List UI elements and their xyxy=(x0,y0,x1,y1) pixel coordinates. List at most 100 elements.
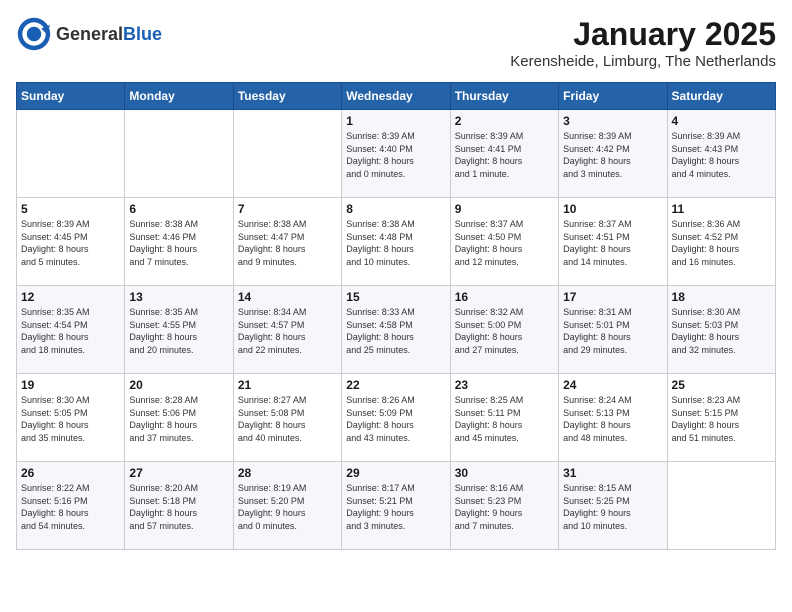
day-number: 23 xyxy=(455,378,554,392)
weekday-header-tuesday: Tuesday xyxy=(233,83,341,110)
calendar-day-22: 22 Sunrise: 8:26 AM Sunset: 5:09 PM Dayli… xyxy=(342,374,450,462)
calendar-day-17: 17Sunrise: 8:31 AM Sunset: 5:01 PM Dayli… xyxy=(559,286,667,374)
calendar-day-11: 11 Sunrise: 8:36 AM Sunset: 4:52 PM Dayli… xyxy=(667,198,775,286)
day-number: 18 xyxy=(672,290,771,304)
day-info: Sunrise: 8:22 AM Sunset: 5:16 PM Dayligh… xyxy=(21,482,120,532)
day-info: Sunrise: 8:32 AM Sunset: 5:00 PM Dayligh… xyxy=(455,306,554,356)
calendar-day-31: 31 Sunrise: 8:15 AM Sunset: 5:25 PM Dayli… xyxy=(559,462,667,550)
weekday-header-thursday: Thursday xyxy=(450,83,558,110)
day-info: Sunrise: 8:39 AM Sunset: 4:42 PM Dayligh… xyxy=(563,130,662,180)
calendar-day-5: 5Sunrise: 8:39 AM Sunset: 4:45 PM Daylig… xyxy=(17,198,125,286)
day-info: Sunrise: 8:39 AM Sunset: 4:45 PM Dayligh… xyxy=(21,218,120,268)
day-info: Sunrise: 8:17 AM Sunset: 5:21 PM Dayligh… xyxy=(346,482,445,532)
day-number: 17 xyxy=(563,290,662,304)
weekday-header-friday: Friday xyxy=(559,83,667,110)
calendar-day-16: 16 Sunrise: 8:32 AM Sunset: 5:00 PM Dayli… xyxy=(450,286,558,374)
calendar-day-28: 28 Sunrise: 8:19 AM Sunset: 5:20 PM Dayli… xyxy=(233,462,341,550)
day-info: Sunrise: 8:38 AM Sunset: 4:46 PM Dayligh… xyxy=(129,218,228,268)
day-number: 16 xyxy=(455,290,554,304)
calendar-day-20: 20 Sunrise: 8:28 AM Sunset: 5:06 PM Dayli… xyxy=(125,374,233,462)
calendar-day-3: 3 Sunrise: 8:39 AM Sunset: 4:42 PM Daylig… xyxy=(559,110,667,198)
weekday-header-sunday: Sunday xyxy=(17,83,125,110)
calendar-day-7: 7 Sunrise: 8:38 AM Sunset: 4:47 PM Daylig… xyxy=(233,198,341,286)
day-info: Sunrise: 8:37 AM Sunset: 4:51 PM Dayligh… xyxy=(563,218,662,268)
weekday-header-row: SundayMondayTuesdayWednesdayThursdayFrid… xyxy=(17,83,776,110)
calendar-day-2: 2 Sunrise: 8:39 AM Sunset: 4:41 PM Daylig… xyxy=(450,110,558,198)
day-info: Sunrise: 8:20 AM Sunset: 5:18 PM Dayligh… xyxy=(129,482,228,532)
calendar-day-4: 4Sunrise: 8:39 AM Sunset: 4:43 PM Daylig… xyxy=(667,110,775,198)
day-info: Sunrise: 8:28 AM Sunset: 5:06 PM Dayligh… xyxy=(129,394,228,444)
day-number: 25 xyxy=(672,378,771,392)
day-info: Sunrise: 8:34 AM Sunset: 4:57 PM Dayligh… xyxy=(238,306,337,356)
day-number: 11 xyxy=(672,202,771,216)
day-info: Sunrise: 8:19 AM Sunset: 5:20 PM Dayligh… xyxy=(238,482,337,532)
calendar-day-1: 1 Sunrise: 8:39 AM Sunset: 4:40 PM Daylig… xyxy=(342,110,450,198)
day-info: Sunrise: 8:16 AM Sunset: 5:23 PM Dayligh… xyxy=(455,482,554,532)
weekday-header-wednesday: Wednesday xyxy=(342,83,450,110)
calendar-day-25: 25 Sunrise: 8:23 AM Sunset: 5:15 PM Dayli… xyxy=(667,374,775,462)
calendar-empty-cell xyxy=(17,110,125,198)
day-number: 14 xyxy=(238,290,337,304)
day-number: 13 xyxy=(129,290,228,304)
day-info: Sunrise: 8:26 AM Sunset: 5:09 PM Dayligh… xyxy=(346,394,445,444)
day-info: Sunrise: 8:36 AM Sunset: 4:52 PM Dayligh… xyxy=(672,218,771,268)
calendar-week-row: 12Sunrise: 8:35 AM Sunset: 4:54 PM Dayli… xyxy=(17,286,776,374)
day-info: Sunrise: 8:23 AM Sunset: 5:15 PM Dayligh… xyxy=(672,394,771,444)
day-info: Sunrise: 8:38 AM Sunset: 4:48 PM Dayligh… xyxy=(346,218,445,268)
calendar-week-row: 5Sunrise: 8:39 AM Sunset: 4:45 PM Daylig… xyxy=(17,198,776,286)
calendar-day-10: 10 Sunrise: 8:37 AM Sunset: 4:51 PM Dayli… xyxy=(559,198,667,286)
calendar-subtitle: Kerensheide, Limburg, The Netherlands xyxy=(510,53,776,70)
logo: GeneralBlue xyxy=(16,16,162,52)
day-number: 7 xyxy=(238,202,337,216)
calendar-day-12: 12Sunrise: 8:35 AM Sunset: 4:54 PM Dayli… xyxy=(17,286,125,374)
calendar-day-6: 6Sunrise: 8:38 AM Sunset: 4:46 PM Daylig… xyxy=(125,198,233,286)
day-number: 19 xyxy=(21,378,120,392)
day-number: 20 xyxy=(129,378,228,392)
calendar-table: SundayMondayTuesdayWednesdayThursdayFrid… xyxy=(16,82,776,550)
day-number: 10 xyxy=(563,202,662,216)
day-number: 26 xyxy=(21,466,120,480)
calendar-day-15: 15Sunrise: 8:33 AM Sunset: 4:58 PM Dayli… xyxy=(342,286,450,374)
calendar-day-19: 19 Sunrise: 8:30 AM Sunset: 5:05 PM Dayli… xyxy=(17,374,125,462)
day-number: 9 xyxy=(455,202,554,216)
calendar-day-30: 30 Sunrise: 8:16 AM Sunset: 5:23 PM Dayli… xyxy=(450,462,558,550)
day-number: 31 xyxy=(563,466,662,480)
day-number: 22 xyxy=(346,378,445,392)
calendar-week-row: 1 Sunrise: 8:39 AM Sunset: 4:40 PM Daylig… xyxy=(17,110,776,198)
day-number: 30 xyxy=(455,466,554,480)
day-info: Sunrise: 8:24 AM Sunset: 5:13 PM Dayligh… xyxy=(563,394,662,444)
day-number: 21 xyxy=(238,378,337,392)
day-info: Sunrise: 8:39 AM Sunset: 4:40 PM Dayligh… xyxy=(346,130,445,180)
weekday-header-monday: Monday xyxy=(125,83,233,110)
day-number: 2 xyxy=(455,114,554,128)
title-area: January 2025 Kerensheide, Limburg, The N… xyxy=(510,16,776,70)
day-info: Sunrise: 8:15 AM Sunset: 5:25 PM Dayligh… xyxy=(563,482,662,532)
day-info: Sunrise: 8:25 AM Sunset: 5:11 PM Dayligh… xyxy=(455,394,554,444)
calendar-day-13: 13Sunrise: 8:35 AM Sunset: 4:55 PM Dayli… xyxy=(125,286,233,374)
weekday-header-saturday: Saturday xyxy=(667,83,775,110)
logo-text: GeneralBlue xyxy=(56,24,162,45)
day-number: 29 xyxy=(346,466,445,480)
day-number: 1 xyxy=(346,114,445,128)
calendar-empty-cell xyxy=(125,110,233,198)
calendar-day-27: 27 Sunrise: 8:20 AM Sunset: 5:18 PM Dayli… xyxy=(125,462,233,550)
calendar-day-23: 23 Sunrise: 8:25 AM Sunset: 5:11 PM Dayli… xyxy=(450,374,558,462)
calendar-day-29: 29 Sunrise: 8:17 AM Sunset: 5:21 PM Dayli… xyxy=(342,462,450,550)
day-number: 3 xyxy=(563,114,662,128)
day-number: 12 xyxy=(21,290,120,304)
day-number: 28 xyxy=(238,466,337,480)
calendar-day-14: 14 Sunrise: 8:34 AM Sunset: 4:57 PM Dayli… xyxy=(233,286,341,374)
day-info: Sunrise: 8:38 AM Sunset: 4:47 PM Dayligh… xyxy=(238,218,337,268)
calendar-day-8: 8Sunrise: 8:38 AM Sunset: 4:48 PM Daylig… xyxy=(342,198,450,286)
calendar-title: January 2025 xyxy=(510,16,776,53)
calendar-day-26: 26 Sunrise: 8:22 AM Sunset: 5:16 PM Dayli… xyxy=(17,462,125,550)
day-info: Sunrise: 8:37 AM Sunset: 4:50 PM Dayligh… xyxy=(455,218,554,268)
day-info: Sunrise: 8:30 AM Sunset: 5:03 PM Dayligh… xyxy=(672,306,771,356)
day-info: Sunrise: 8:30 AM Sunset: 5:05 PM Dayligh… xyxy=(21,394,120,444)
day-info: Sunrise: 8:39 AM Sunset: 4:41 PM Dayligh… xyxy=(455,130,554,180)
calendar-week-row: 19 Sunrise: 8:30 AM Sunset: 5:05 PM Dayli… xyxy=(17,374,776,462)
calendar-week-row: 26 Sunrise: 8:22 AM Sunset: 5:16 PM Dayli… xyxy=(17,462,776,550)
day-number: 27 xyxy=(129,466,228,480)
calendar-day-18: 18 Sunrise: 8:30 AM Sunset: 5:03 PM Dayli… xyxy=(667,286,775,374)
calendar-day-9: 9 Sunrise: 8:37 AM Sunset: 4:50 PM Daylig… xyxy=(450,198,558,286)
